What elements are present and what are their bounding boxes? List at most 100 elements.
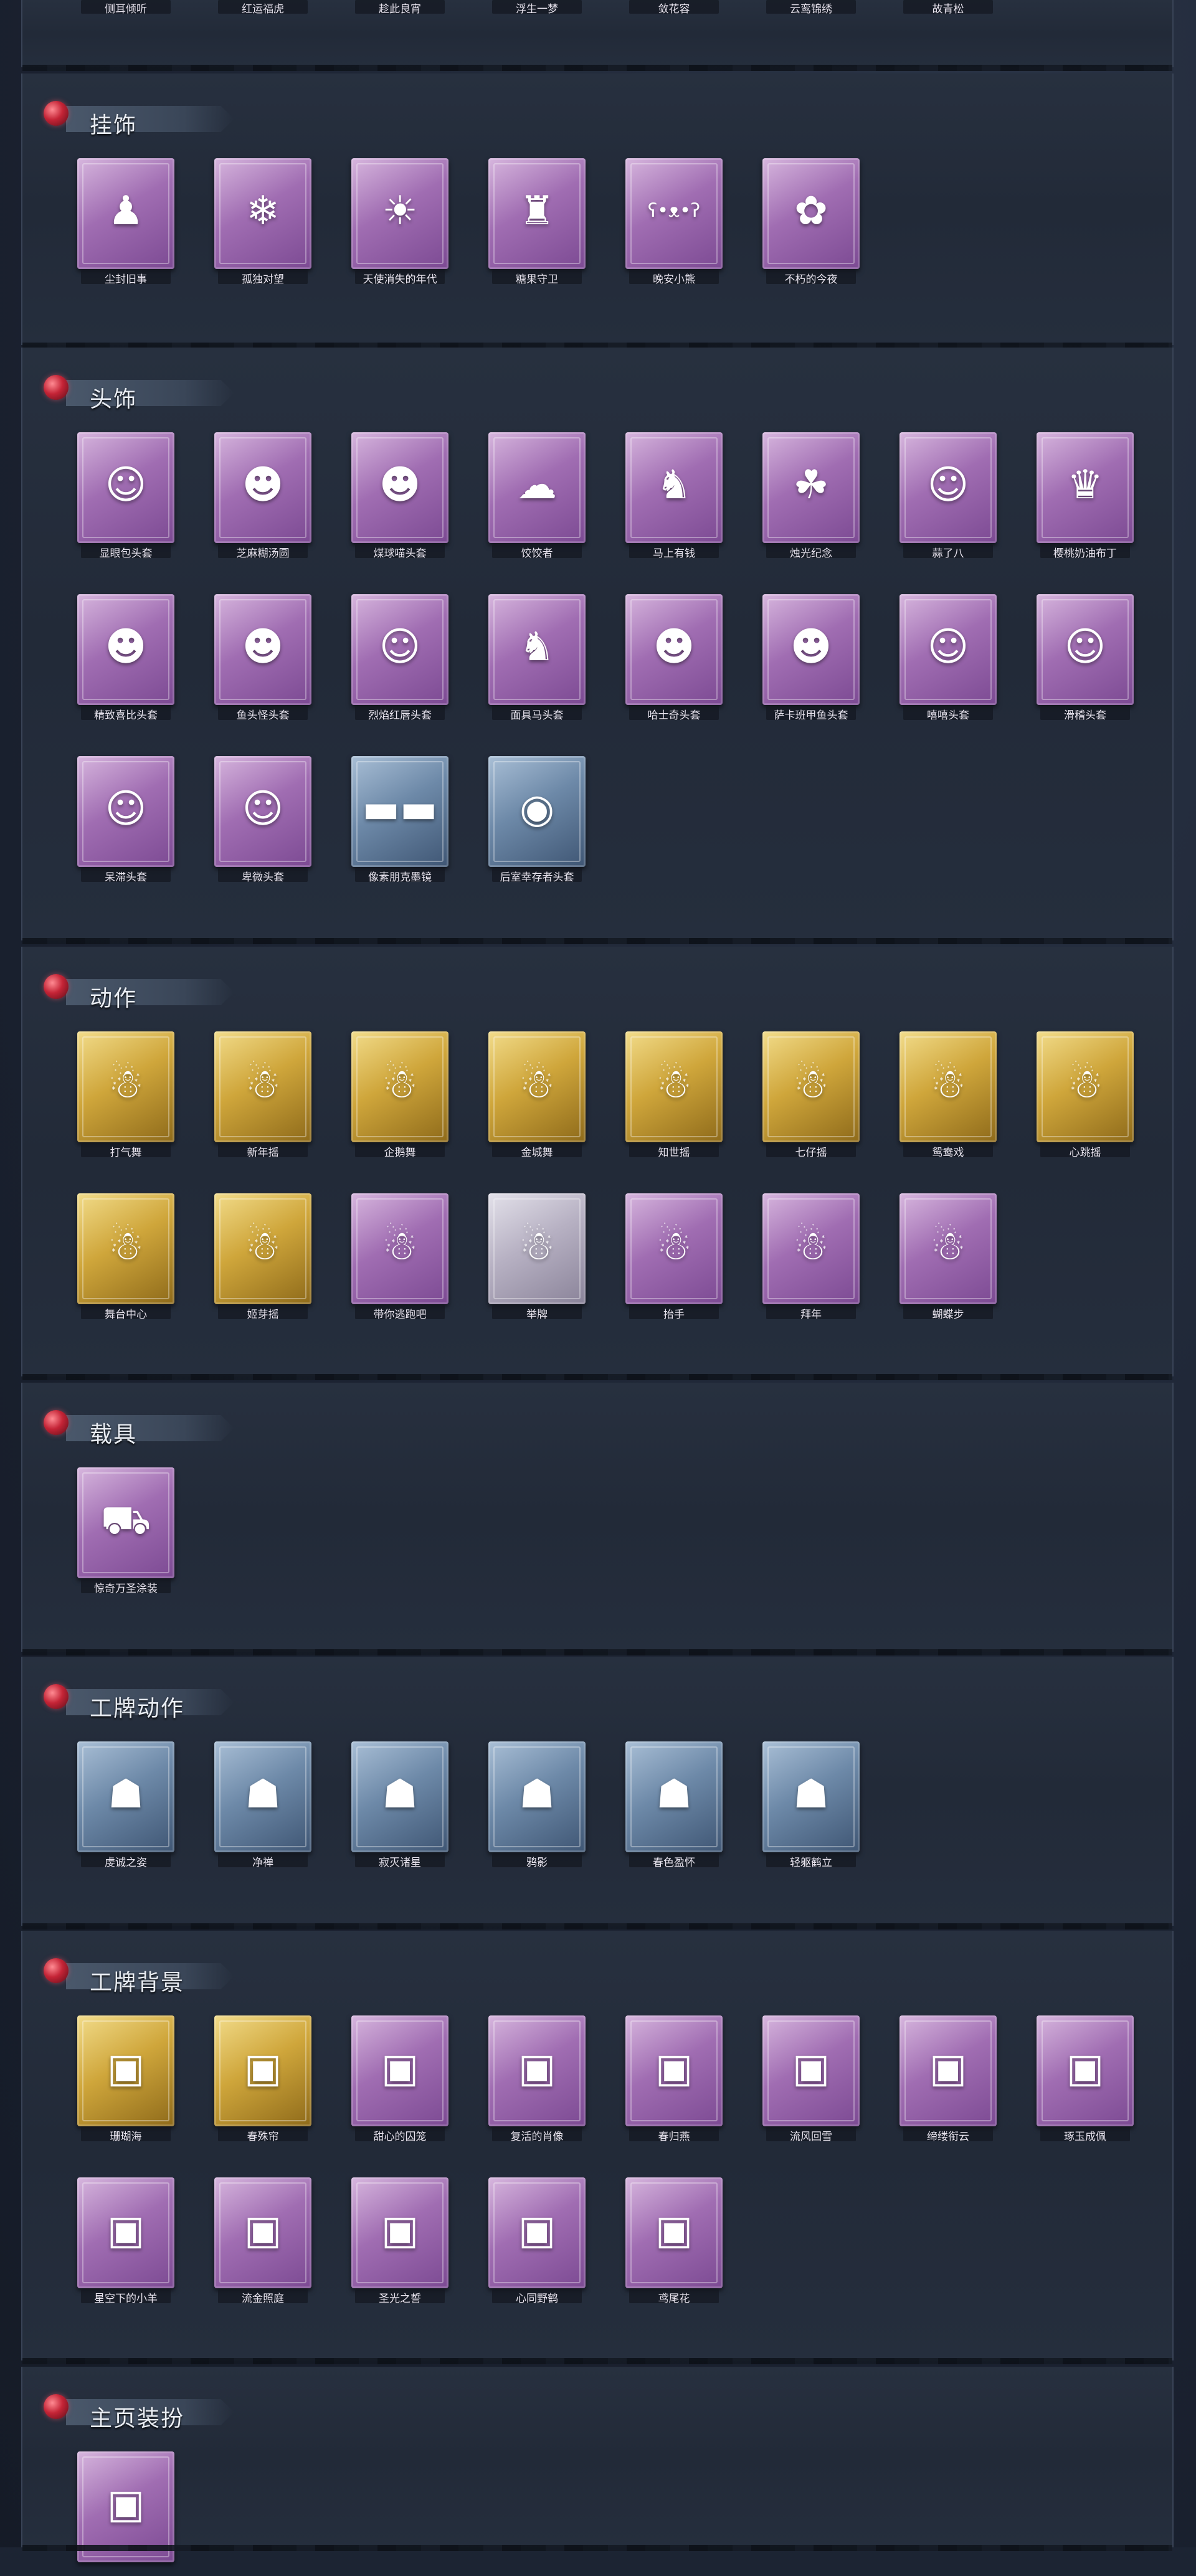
- item-card[interactable]: ☻: [351, 432, 448, 543]
- cosmetic-item[interactable]: ☃ 带你逃跑吧: [351, 1193, 448, 1319]
- cosmetic-item[interactable]: ▣ 圣光之誓: [351, 2177, 448, 2303]
- cosmetic-item[interactable]: ☃ 金城舞: [488, 1031, 586, 1157]
- cosmetic-item[interactable]: ▣ 琢玉成佩: [1037, 2015, 1134, 2141]
- item-card[interactable]: ☗: [214, 1741, 311, 1852]
- cosmetic-item[interactable]: ◉ 后室幸存者头套: [488, 756, 586, 882]
- item-card[interactable]: ☻: [625, 594, 723, 705]
- cosmetic-item[interactable]: ▣ 甜心的囚笼: [351, 2015, 448, 2141]
- cosmetic-item[interactable]: ☺ 滑稽头套: [1037, 594, 1134, 720]
- cosmetic-item[interactable]: ☀ 天使消失的年代: [351, 158, 448, 284]
- item-card[interactable]: ☃: [762, 1193, 860, 1304]
- cosmetic-item[interactable]: ⛟ 惊奇万圣涂装: [77, 1467, 174, 1593]
- item-card[interactable]: ☺: [77, 432, 174, 543]
- item-card[interactable]: ♜: [488, 158, 586, 269]
- cosmetic-item[interactable]: ▣ 鸢尾花: [625, 2177, 723, 2303]
- item-card[interactable]: ✿: [762, 158, 860, 269]
- cosmetic-item[interactable]: ♛ 樱桃奶油布丁: [1037, 432, 1134, 558]
- cosmetic-item[interactable]: ☘ 烛光纪念: [762, 432, 860, 558]
- item-card[interactable]: ☻: [214, 432, 311, 543]
- cosmetic-item[interactable]: ☃ 知世摇: [625, 1031, 723, 1157]
- cosmetic-item[interactable]: ▣ 珊瑚海: [77, 2015, 174, 2141]
- item-card[interactable]: ☗: [625, 1741, 723, 1852]
- cosmetic-item[interactable]: ☃ 新年摇: [214, 1031, 311, 1157]
- item-card[interactable]: ☗: [77, 1741, 174, 1852]
- item-card[interactable]: ☻: [762, 594, 860, 705]
- cosmetic-item[interactable]: ☺ 卑微头套: [214, 756, 311, 882]
- item-card[interactable]: ▣: [899, 2015, 997, 2126]
- item-card[interactable]: ▬▬: [351, 756, 448, 867]
- cosmetic-item[interactable]: ☺ 蒜了八: [899, 432, 997, 558]
- cosmetic-item[interactable]: ☻ 煤球喵头套: [351, 432, 448, 558]
- item-card[interactable]: ⛟: [77, 1467, 174, 1578]
- item-card[interactable]: ☃: [77, 1193, 174, 1304]
- item-card[interactable]: ☺: [351, 594, 448, 705]
- item-card[interactable]: ❄: [214, 158, 311, 269]
- cosmetic-item[interactable]: ▬▬ 像素朋克墨镜: [351, 756, 448, 882]
- item-card[interactable]: ☃: [488, 1193, 586, 1304]
- item-card[interactable]: ☃: [625, 1031, 723, 1142]
- cosmetic-item[interactable]: ☃ 鸳鸯戏: [899, 1031, 997, 1157]
- item-card[interactable]: ☃: [762, 1031, 860, 1142]
- cosmetic-item[interactable]: ▣ 缔缕衔云: [899, 2015, 997, 2141]
- item-card[interactable]: ☃: [899, 1193, 997, 1304]
- item-card[interactable]: ▣: [351, 2177, 448, 2288]
- item-card[interactable]: ☃: [351, 1193, 448, 1304]
- item-card[interactable]: ☺: [899, 594, 997, 705]
- item-card[interactable]: ☃: [351, 1031, 448, 1142]
- cosmetic-item[interactable]: ♟ 尘封旧事: [77, 158, 174, 284]
- cosmetic-item[interactable]: ☃ 心跳摇: [1037, 1031, 1134, 1157]
- item-card[interactable]: ☻: [77, 594, 174, 705]
- item-card[interactable]: ☃: [214, 1193, 311, 1304]
- item-card[interactable]: ♛: [1037, 432, 1134, 543]
- cosmetic-item[interactable]: ☗ 虔诚之姿: [77, 1741, 174, 1867]
- cosmetic-item[interactable]: ▣ 春归燕: [625, 2015, 723, 2141]
- item-card[interactable]: ☃: [77, 1031, 174, 1142]
- item-card[interactable]: ▣: [214, 2015, 311, 2126]
- cosmetic-item[interactable]: ☃ 企鹅舞: [351, 1031, 448, 1157]
- cosmetic-item[interactable]: ☻ 萨卡班甲鱼头套: [762, 594, 860, 720]
- cosmetic-item[interactable]: ▣ 复活的肖像: [488, 2015, 586, 2141]
- cosmetic-item[interactable]: ♜ 糖果守卫: [488, 158, 586, 284]
- cosmetic-item[interactable]: ▣ 星空下的小羊: [77, 2177, 174, 2303]
- item-card[interactable]: ♞: [625, 432, 723, 543]
- cosmetic-item[interactable]: ☺ 烈焰红唇头套: [351, 594, 448, 720]
- item-card[interactable]: ☃: [625, 1193, 723, 1304]
- item-card[interactable]: ☗: [351, 1741, 448, 1852]
- cosmetic-item[interactable]: ✿ 不朽的今夜: [762, 158, 860, 284]
- item-card[interactable]: ☻: [214, 594, 311, 705]
- cosmetic-item[interactable]: ☺ 嘻嘻头套: [899, 594, 997, 720]
- cosmetic-item[interactable]: ☁ 饺饺者: [488, 432, 586, 558]
- cosmetic-item[interactable]: ☻ 鱼头怪头套: [214, 594, 311, 720]
- item-card[interactable]: ☘: [762, 432, 860, 543]
- item-card[interactable]: ▣: [1037, 2015, 1134, 2126]
- item-card[interactable]: ☀: [351, 158, 448, 269]
- cosmetic-item[interactable]: ☃ 舞台中心: [77, 1193, 174, 1319]
- item-card[interactable]: ▣: [77, 2015, 174, 2126]
- cosmetic-item[interactable]: ☗ 寂灭诸星: [351, 1741, 448, 1867]
- item-card[interactable]: ☗: [488, 1741, 586, 1852]
- cosmetic-item[interactable]: ☗ 鸦影: [488, 1741, 586, 1867]
- item-card[interactable]: ▣: [351, 2015, 448, 2126]
- cosmetic-item[interactable]: ☃ 打气舞: [77, 1031, 174, 1157]
- item-card[interactable]: ♟: [77, 158, 174, 269]
- item-card[interactable]: ▣: [762, 2015, 860, 2126]
- cosmetic-item[interactable]: ▣ 心同野鹤: [488, 2177, 586, 2303]
- item-card[interactable]: ☃: [1037, 1031, 1134, 1142]
- cosmetic-item[interactable]: ♞ 面具马头套: [488, 594, 586, 720]
- item-card[interactable]: ▣: [77, 2451, 174, 2562]
- cosmetic-item[interactable]: ☃ 姬芽摇: [214, 1193, 311, 1319]
- item-card[interactable]: ☁: [488, 432, 586, 543]
- cosmetic-item[interactable]: ☃ 拜年: [762, 1193, 860, 1319]
- item-card[interactable]: ☺: [77, 756, 174, 867]
- cosmetic-item[interactable]: ☺ 呆滞头套: [77, 756, 174, 882]
- cosmetic-item[interactable]: ▣ 流金照庭: [214, 2177, 311, 2303]
- cosmetic-item[interactable]: ▣ 春殊帘: [214, 2015, 311, 2141]
- cosmetic-item[interactable]: ʕ•ᴥ•ʔ 晚安小熊: [625, 158, 723, 284]
- item-card[interactable]: ▣: [77, 2177, 174, 2288]
- cosmetic-item[interactable]: ☻ 哈士奇头套: [625, 594, 723, 720]
- cosmetic-item[interactable]: ☃ 举牌: [488, 1193, 586, 1319]
- item-card[interactable]: ▣: [488, 2177, 586, 2288]
- item-card[interactable]: ▣: [488, 2015, 586, 2126]
- item-card[interactable]: ☃: [488, 1031, 586, 1142]
- cosmetic-item[interactable]: ☃ 七仔摇: [762, 1031, 860, 1157]
